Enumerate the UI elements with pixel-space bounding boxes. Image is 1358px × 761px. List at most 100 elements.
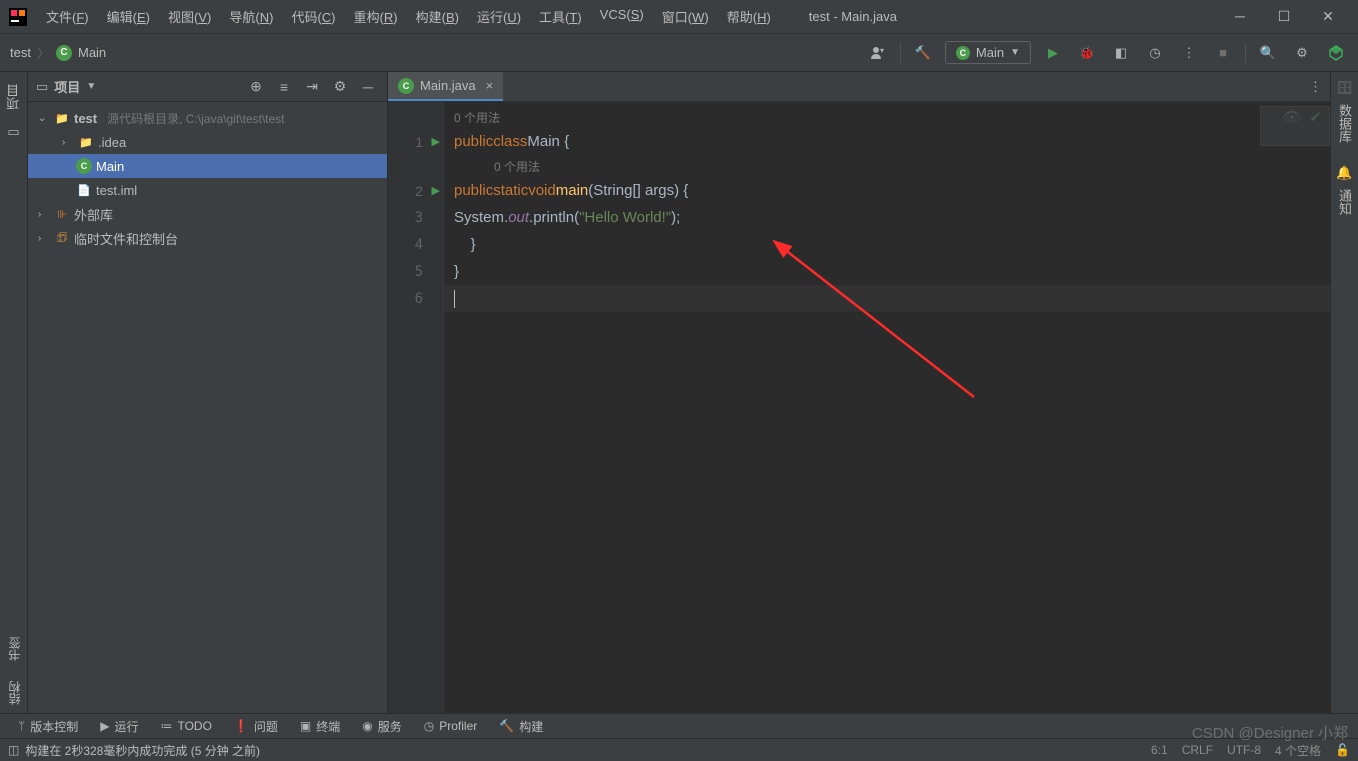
run-config-selector[interactable]: C Main ▼: [945, 41, 1031, 64]
status-line-separator[interactable]: CRLF: [1182, 743, 1213, 757]
expand-arrow-icon[interactable]: ›: [38, 209, 50, 220]
status-lock-icon[interactable]: 🔓: [1335, 743, 1350, 757]
menu-视图[interactable]: 视图(V): [160, 3, 219, 30]
search-icon[interactable]: 🔍: [1256, 41, 1280, 65]
menu-窗口[interactable]: 窗口(W): [654, 3, 717, 30]
code-line[interactable]: public static void main(String[] args) {: [444, 177, 1330, 204]
tree-root[interactable]: ⌄ 📁 test 源代码根目录, C:\java\git\test\test: [28, 106, 387, 130]
menu-代码[interactable]: 代码(C): [283, 3, 343, 30]
todo-icon: ≔: [160, 719, 172, 733]
gutter-line[interactable]: 6: [388, 285, 443, 312]
tree-scratches[interactable]: › 🗊 临时文件和控制台: [28, 226, 387, 250]
hide-panel-icon[interactable]: ─: [357, 79, 379, 95]
todo-tool-button[interactable]: ≔TODO: [150, 716, 221, 736]
maximize-button[interactable]: ☐: [1272, 8, 1296, 25]
status-encoding[interactable]: UTF-8: [1227, 743, 1261, 757]
menu-构建[interactable]: 构建(B): [408, 3, 467, 30]
notifications-tool-button[interactable]: 通知: [1335, 181, 1354, 223]
select-opened-file-icon[interactable]: ⊕: [245, 78, 267, 95]
tab-actions-icon[interactable]: ⋮: [1309, 72, 1330, 101]
expand-arrow-icon[interactable]: ›: [38, 233, 50, 244]
user-icon[interactable]: ▾: [866, 41, 890, 65]
codewithme-icon[interactable]: [1324, 41, 1348, 65]
profiler-tool-button[interactable]: ◷Profiler: [414, 716, 488, 736]
gutter-line[interactable]: 1▶: [388, 128, 443, 155]
menu-导航[interactable]: 导航(N): [221, 3, 281, 30]
services-tool-button[interactable]: ◉服务: [352, 715, 412, 738]
project-tool-icon[interactable]: ▭: [7, 124, 19, 140]
terminal-tool-button[interactable]: ▣终端: [290, 715, 350, 738]
window-title: test - Main.java: [779, 9, 1228, 24]
debug-icon[interactable]: 🐞: [1075, 41, 1099, 65]
menu-工具[interactable]: 工具(T): [531, 3, 590, 30]
minimize-button[interactable]: ─: [1228, 8, 1252, 25]
run-icon: ▶: [100, 719, 109, 733]
code-line[interactable]: System.out.println("Hello World!");: [444, 204, 1330, 231]
editor-body[interactable]: 1▶ 2▶ 3 4 5 6 0 个用法 public class Main { …: [388, 102, 1330, 713]
breadcrumb-project[interactable]: test: [10, 45, 31, 60]
structure-tool-button[interactable]: 结构: [6, 673, 23, 713]
menu-帮助[interactable]: 帮助(H): [719, 3, 779, 30]
gutter-line[interactable]: 5: [388, 258, 443, 285]
usages-hint[interactable]: 0 个用法: [444, 106, 1330, 128]
usages-hint[interactable]: 0 个用法: [444, 155, 1330, 177]
database-tool-button[interactable]: 数据库: [1335, 96, 1354, 151]
collapse-all-icon[interactable]: ⇥: [301, 78, 323, 95]
project-tool-button[interactable]: 项目: [4, 76, 23, 118]
close-button[interactable]: ✕: [1316, 8, 1340, 25]
code-area[interactable]: 0 个用法 public class Main { 0 个用法 public s…: [444, 102, 1330, 713]
gutter-run-icon[interactable]: ▶: [432, 184, 440, 197]
settings-gear-icon[interactable]: ⚙: [1290, 41, 1314, 65]
settings-gear-icon[interactable]: ⚙: [329, 78, 351, 95]
menu-运行[interactable]: 运行(U): [469, 3, 529, 30]
menu-编辑[interactable]: 编辑(E): [99, 3, 158, 30]
more-icon[interactable]: ⋮: [1177, 41, 1201, 65]
run-icon[interactable]: ▶: [1041, 41, 1065, 65]
chevron-down-icon[interactable]: ▼: [86, 81, 96, 92]
code-line-current[interactable]: [444, 285, 1330, 312]
tree-folder-idea[interactable]: › 📁 .idea: [28, 130, 387, 154]
code-line[interactable]: }: [444, 258, 1330, 285]
breadcrumb-file[interactable]: Main: [78, 45, 106, 60]
scratch-icon: 🗊: [54, 230, 70, 246]
editor-tab-main[interactable]: C Main.java ×: [388, 72, 503, 101]
gutter-line[interactable]: 2▶: [388, 177, 443, 204]
minimap[interactable]: [1260, 106, 1330, 146]
problems-tool-button[interactable]: ❗问题: [224, 715, 288, 738]
expand-all-icon[interactable]: ≡: [273, 79, 295, 95]
bookmarks-tool-button[interactable]: 书签: [6, 629, 23, 669]
tree-label: .idea: [98, 135, 126, 150]
project-view-icon[interactable]: ▭: [36, 79, 48, 95]
tree-file-iml[interactable]: 📄 test.iml: [28, 178, 387, 202]
bell-icon[interactable]: 🔔: [1336, 165, 1352, 181]
tree-label: 外部库: [74, 205, 113, 224]
gutter: 1▶ 2▶ 3 4 5 6: [388, 102, 444, 713]
build-tool-button[interactable]: 🔨构建: [489, 715, 553, 738]
expand-arrow-icon[interactable]: ⌄: [38, 113, 50, 124]
run-tool-button[interactable]: ▶运行: [90, 715, 148, 738]
status-position[interactable]: 6:1: [1151, 743, 1168, 757]
coverage-icon[interactable]: ◧: [1109, 41, 1133, 65]
services-icon: ◉: [362, 719, 372, 733]
menu-VCS[interactable]: VCS(S): [592, 3, 652, 30]
code-line[interactable]: }: [444, 231, 1330, 258]
gutter-run-icon[interactable]: ▶: [432, 135, 440, 148]
toolwindow-toggle-icon[interactable]: ◫: [8, 743, 19, 757]
menu-重构[interactable]: 重构(R): [346, 3, 406, 30]
project-panel: ▭ 项目 ▼ ⊕ ≡ ⇥ ⚙ ─ ⌄ 📁 test 源代码根目录, C:\jav…: [28, 72, 388, 713]
tree-file-main[interactable]: C Main: [28, 154, 387, 178]
vcs-tool-button[interactable]: ᛘ版本控制: [8, 715, 88, 738]
toolbar: test 〉 C Main ▾ 🔨 C Main ▼ ▶ 🐞 ◧ ◷ ⋮ ■ 🔍…: [0, 34, 1358, 72]
database-icon[interactable]: 🗄: [1336, 80, 1353, 96]
close-tab-icon[interactable]: ×: [486, 78, 494, 93]
expand-arrow-icon[interactable]: ›: [62, 137, 74, 148]
code-line[interactable]: public class Main {: [444, 128, 1330, 155]
status-indent[interactable]: 4 个空格: [1275, 742, 1321, 759]
tree-external-libs[interactable]: › ⊪ 外部库: [28, 202, 387, 226]
menu-文件[interactable]: 文件(F): [38, 3, 97, 30]
hammer-icon[interactable]: 🔨: [911, 41, 935, 65]
gutter-line[interactable]: 4: [388, 231, 443, 258]
stop-icon[interactable]: ■: [1211, 41, 1235, 65]
profile-icon[interactable]: ◷: [1143, 41, 1167, 65]
gutter-line[interactable]: 3: [388, 204, 443, 231]
